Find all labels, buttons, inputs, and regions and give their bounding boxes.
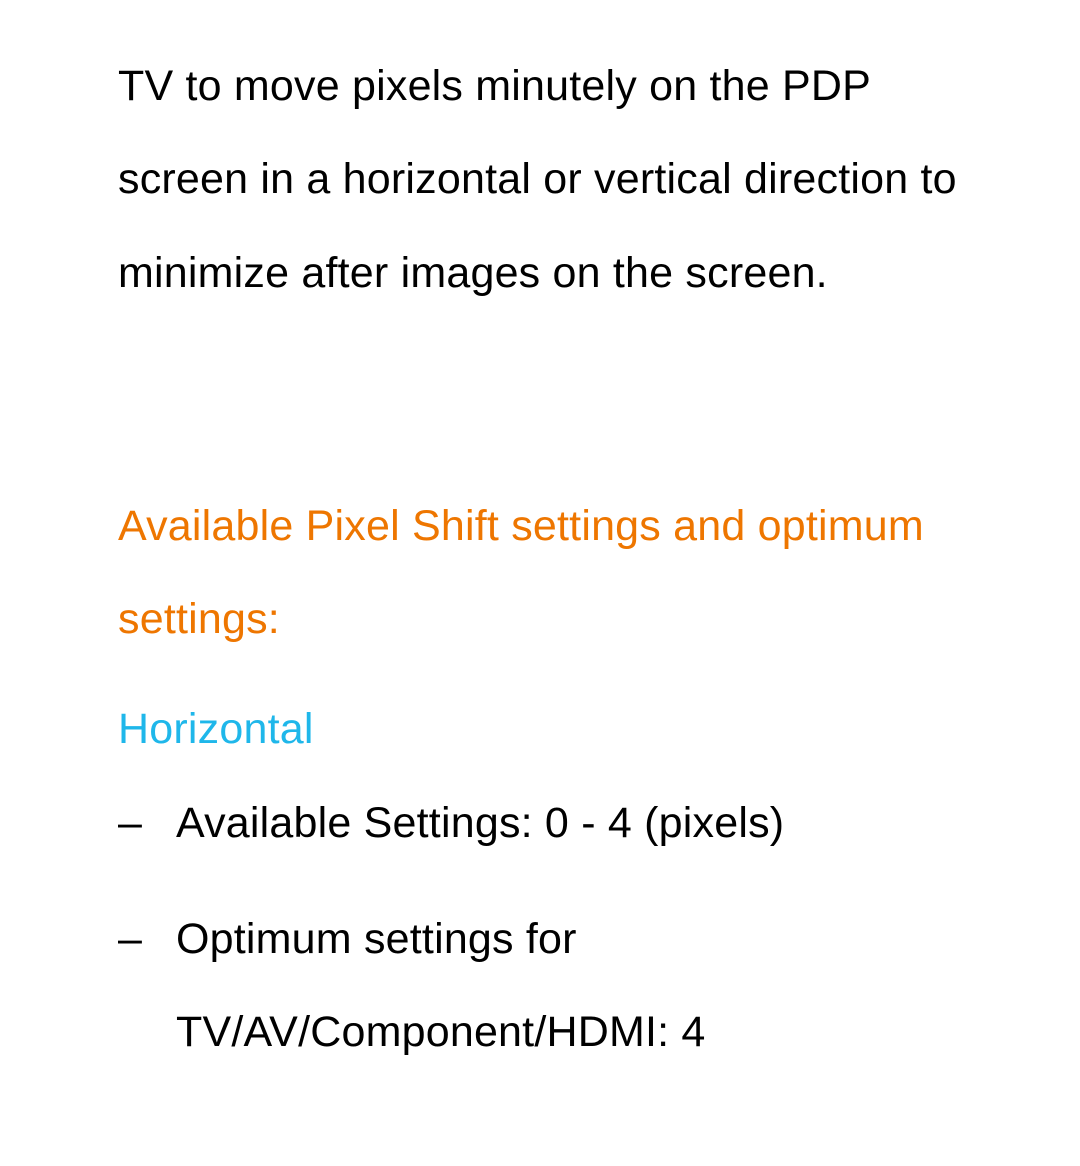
- available-settings-text: Available Settings: 0 - 4 (pixels): [176, 777, 784, 870]
- manual-page: TV to move pixels minutely on the PDP sc…: [0, 0, 1080, 1166]
- list-item: – Optimum settings for TV/AV/Component/H…: [118, 916, 1010, 1080]
- section-heading: Available Pixel Shift settings and optim…: [118, 480, 1010, 667]
- bullet-dash-icon: –: [118, 800, 176, 847]
- optimum-settings-text: Optimum settings for TV/AV/Component/HDM…: [176, 893, 1010, 1080]
- bullet-dash-icon: –: [118, 916, 176, 963]
- horizontal-label: Horizontal: [118, 706, 1010, 753]
- horizontal-settings-list: – Available Settings: 0 - 4 (pixels) – O…: [118, 800, 1010, 1080]
- list-item: – Available Settings: 0 - 4 (pixels): [118, 800, 1010, 870]
- intro-paragraph: TV to move pixels minutely on the PDP sc…: [118, 40, 1010, 320]
